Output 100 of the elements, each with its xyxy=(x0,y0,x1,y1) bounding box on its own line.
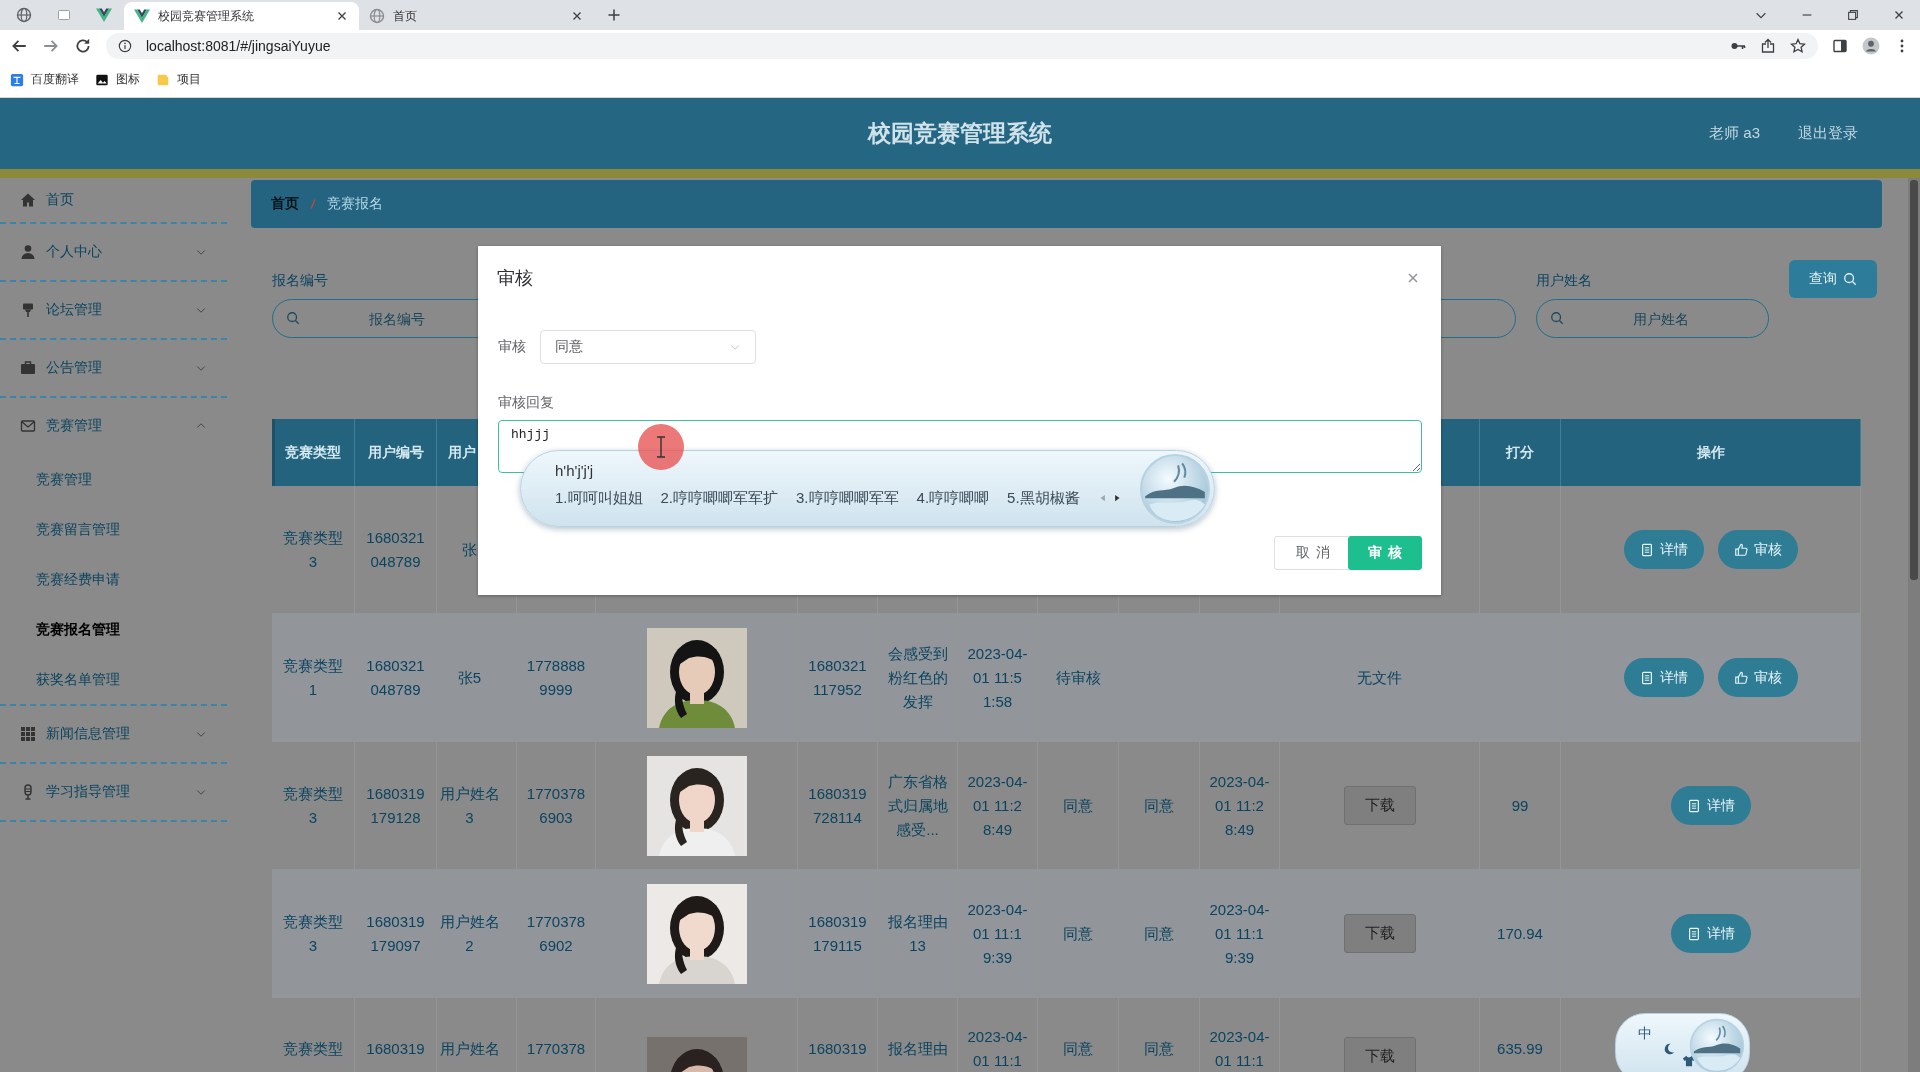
moon-icon[interactable] xyxy=(1662,1042,1676,1056)
image-icon xyxy=(95,72,109,87)
document-icon xyxy=(1686,798,1701,813)
browser-tab[interactable]: 校园竞赛管理系统 xyxy=(124,2,359,30)
table-cell: 2023-04-01 11:19:39 xyxy=(1200,870,1280,997)
submenu-item[interactable]: 竞赛报名管理 xyxy=(0,604,227,654)
profile-icon[interactable] xyxy=(1862,37,1880,55)
breadcrumb-link[interactable]: 首页 xyxy=(271,195,299,213)
submenu-item[interactable]: 竞赛经费申请 xyxy=(0,554,227,604)
home-icon xyxy=(20,192,36,208)
thumbs-up-icon xyxy=(1733,542,1748,557)
table-cell: 2023-04-01 11:51:58 xyxy=(958,614,1038,741)
breadcrumb-current: 竞赛报名 xyxy=(327,195,383,213)
search-field[interactable]: 用户姓名 xyxy=(1536,299,1769,338)
info-icon[interactable] xyxy=(118,39,132,53)
table-cell: 1680319728114 xyxy=(798,742,878,869)
cancel-button[interactable]: 取消 xyxy=(1274,536,1352,570)
table-cell: 1680319 xyxy=(355,998,437,1072)
scrollbar[interactable] xyxy=(1908,178,1920,1072)
scrollbar-thumb[interactable] xyxy=(1910,180,1918,580)
table-cell: 1680321048789 xyxy=(355,614,437,741)
table-cell: 竞赛类型 1 xyxy=(272,614,355,741)
bookmark-item[interactable]: 百度翻译 xyxy=(10,71,79,88)
menu-item[interactable]: 论坛管理 xyxy=(0,282,227,338)
logout-link[interactable]: 退出登录 xyxy=(1798,124,1858,143)
shirt-icon[interactable] xyxy=(1682,1054,1696,1068)
browser-tab[interactable]: 首页 xyxy=(359,2,594,30)
ime-candidate[interactable]: 1.呵呵叫姐姐 xyxy=(555,488,643,508)
detail-button[interactable]: 详情 xyxy=(1670,914,1751,953)
table-cell: 2023-04-01 11:19:39 xyxy=(958,870,1038,997)
translate-icon xyxy=(10,72,24,87)
cursor-highlight-drawing xyxy=(637,423,685,471)
confirm-button[interactable]: 审核 xyxy=(1348,536,1422,570)
table-cell: 2023-04-01 11:28:49 xyxy=(1200,742,1280,869)
table-cell: 同意 xyxy=(1119,742,1200,869)
menu-item[interactable]: 竞赛管理 xyxy=(0,398,227,454)
table-cell: 待审核 xyxy=(1038,614,1119,741)
user-name: 老师 a3 xyxy=(1709,124,1760,143)
menu-item[interactable]: 学习指导管理 xyxy=(0,764,227,820)
menu-item[interactable]: 首页 xyxy=(0,178,227,222)
table-cell: 2023-04-01 11:28:49 xyxy=(958,742,1038,869)
form-label: 审核 xyxy=(498,338,527,356)
reload-icon[interactable] xyxy=(74,37,92,55)
submenu-item[interactable]: 竞赛管理 xyxy=(0,454,227,504)
new-tab-icon[interactable] xyxy=(606,7,622,23)
detail-button[interactable]: 详情 xyxy=(1623,530,1704,569)
detail-button[interactable]: 详情 xyxy=(1623,658,1704,697)
grid-icon xyxy=(20,726,36,742)
table-cell: 竞赛类型 3 xyxy=(272,742,355,869)
download-button[interactable]: 下载 xyxy=(1343,1037,1416,1072)
table-cell: 报名理由 13 xyxy=(878,870,958,997)
ime-candidate[interactable]: 4.哼哼唧唧 xyxy=(916,488,990,508)
document-icon xyxy=(1686,926,1701,941)
table-cell: 用户姓名 2 xyxy=(437,870,517,997)
submenu-item[interactable]: 获奖名单管理 xyxy=(0,654,227,704)
download-button[interactable]: 下载 xyxy=(1343,914,1416,953)
ime-candidate[interactable]: 3.哼哼唧唧军军 xyxy=(796,488,899,508)
globe-icon xyxy=(369,8,385,24)
bookmark-item[interactable]: 图标 xyxy=(95,71,140,88)
submenu-item[interactable]: 竞赛留言管理 xyxy=(0,504,227,554)
ime-candidate[interactable]: 2.哼哼唧唧军军扩 xyxy=(660,488,779,508)
ime-candidate[interactable]: 5.黑胡椒酱 xyxy=(1007,488,1080,508)
table-cell: 竞赛类型 3 xyxy=(272,486,355,613)
share-icon[interactable] xyxy=(1760,38,1776,54)
thumbs-up-icon xyxy=(1733,670,1748,685)
table-cell: 1680319179128 xyxy=(355,742,437,869)
menu-item[interactable]: 个人中心 xyxy=(0,224,227,280)
table-cell: 99 xyxy=(1480,742,1561,869)
select-field[interactable]: 同意 xyxy=(540,330,756,364)
briefcase-icon xyxy=(20,360,36,376)
review-button[interactable]: 审核 xyxy=(1717,530,1798,569)
search-button[interactable]: 查询 xyxy=(1789,260,1877,298)
detail-button[interactable]: 详情 xyxy=(1670,786,1751,825)
table-cell: 1680319179115 xyxy=(798,870,878,997)
table-cell: 2023-04-01 11:1 xyxy=(1200,998,1280,1072)
menu-item[interactable]: 公告管理 xyxy=(0,340,227,396)
sidebar-icon[interactable] xyxy=(1832,38,1848,54)
pin-icon xyxy=(20,302,36,318)
review-button[interactable]: 审核 xyxy=(1717,658,1798,697)
table-cell: 张5 xyxy=(437,614,517,741)
globe-icon xyxy=(16,7,32,23)
star-icon[interactable] xyxy=(1790,38,1806,54)
menu-item[interactable]: 新闻信息管理 xyxy=(0,706,227,762)
table-cell: 广东省格式归属地感受... xyxy=(878,742,958,869)
table-cell: 1680319 xyxy=(798,998,878,1072)
restore-icon[interactable] xyxy=(1846,8,1860,22)
table-cell: 同意 xyxy=(1038,998,1119,1072)
ime-mode-toggle[interactable]: 中 xyxy=(1638,1025,1652,1041)
table-cell: 用户姓名 3 xyxy=(437,742,517,869)
search-icon xyxy=(1550,311,1564,325)
download-button[interactable]: 下载 xyxy=(1343,786,1416,825)
field-label: 用户姓名 xyxy=(1536,271,1593,290)
table-cell: 1680321117952 xyxy=(798,614,878,741)
bookmark-item[interactable]: 项目 xyxy=(156,71,201,88)
table-cell: 同意 xyxy=(1038,870,1119,997)
table-cell: 无文件 xyxy=(1280,614,1480,741)
person-icon xyxy=(20,244,36,260)
address-bar[interactable]: localhost:8081/#/jingsaiYuyue xyxy=(106,33,1818,59)
table-cell: 同意 xyxy=(1038,742,1119,869)
document-icon xyxy=(1639,670,1654,685)
